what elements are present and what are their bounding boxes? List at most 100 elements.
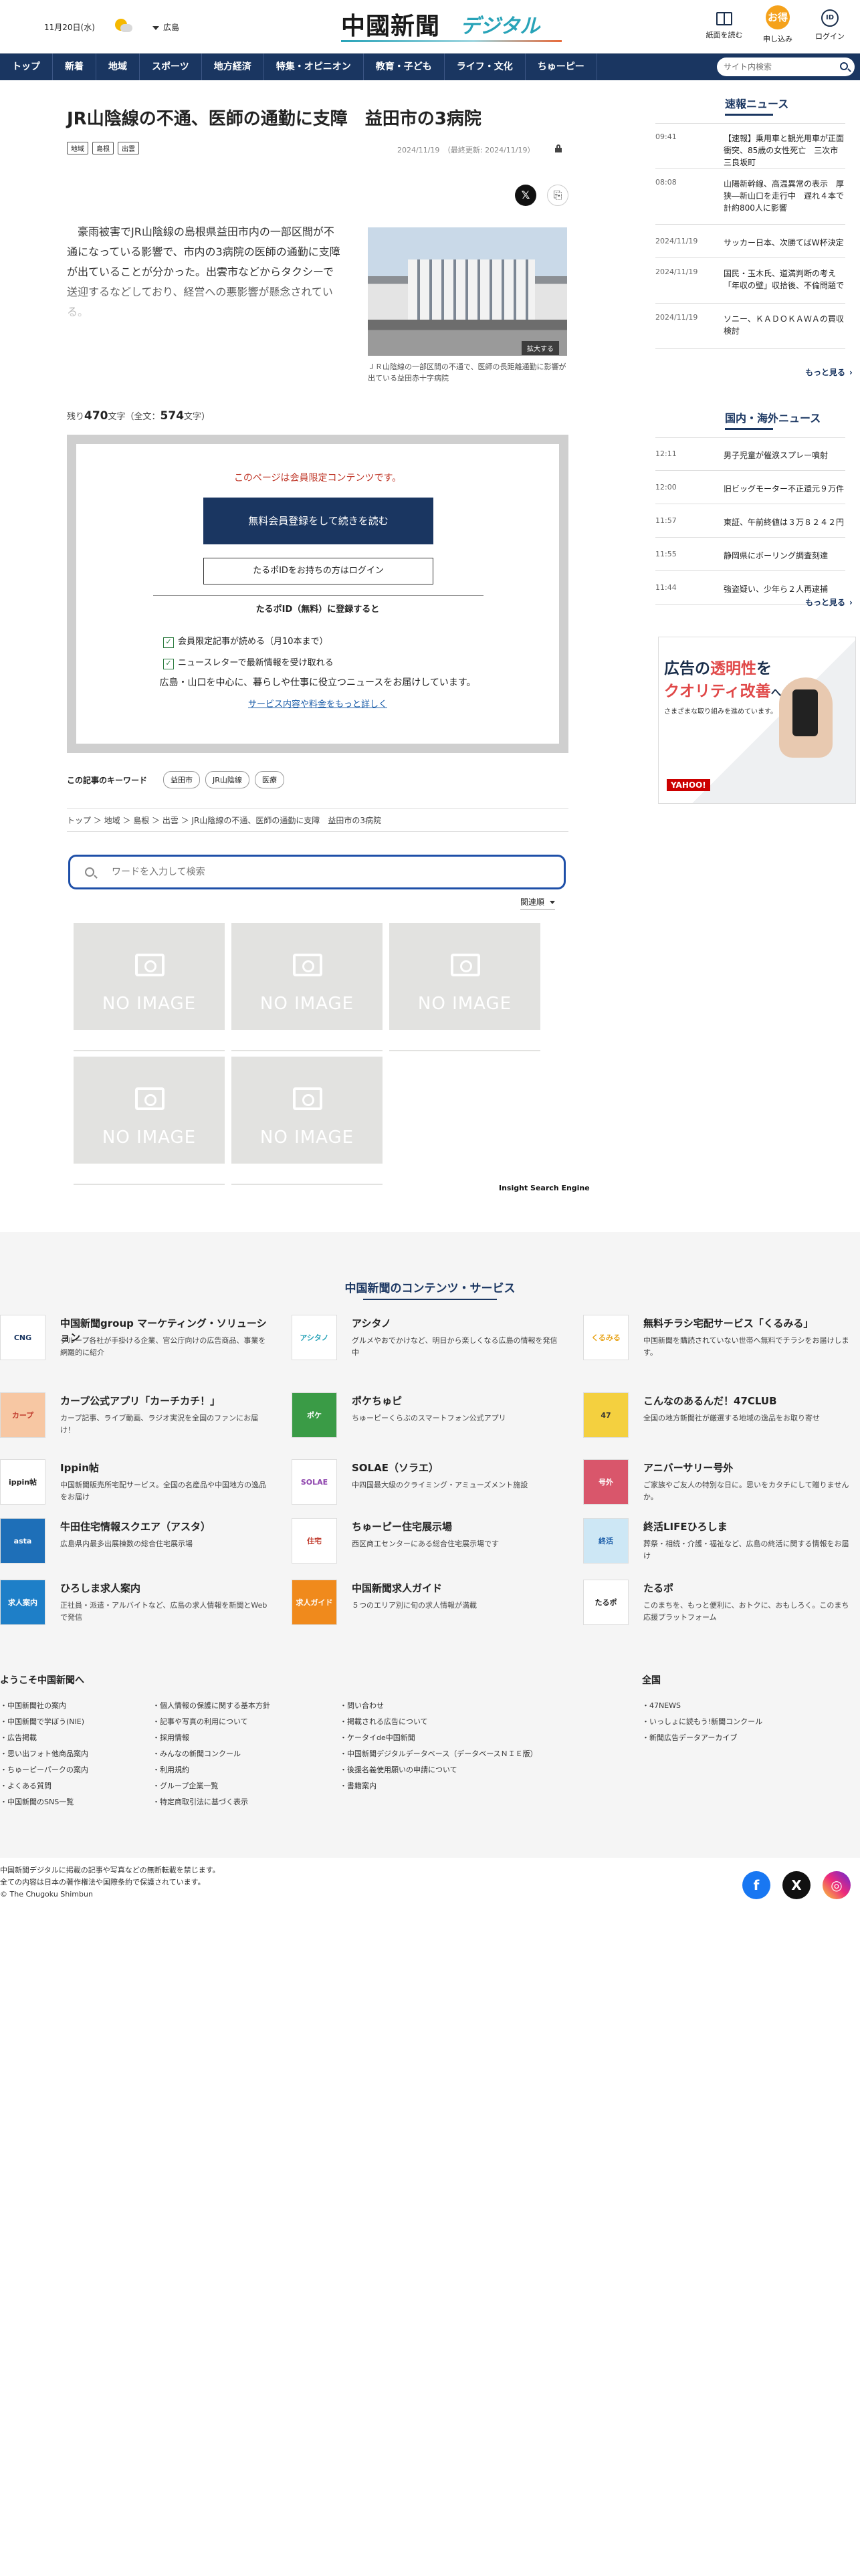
nav-item-opinion[interactable]: 特集・オピニオン — [264, 53, 364, 80]
insight-search-input[interactable] — [112, 865, 513, 879]
flash-news-item[interactable]: 2024/11/19 サッカー日本、次勝てばW杯決定 — [655, 225, 845, 258]
flash-news-item[interactable]: 2024/11/19 国民・玉木氏、道満判断の考え「年収の壁」収拾後、不倫問題で — [655, 258, 845, 304]
article-tag[interactable]: 島根 — [92, 142, 114, 154]
footer-link[interactable]: いっしょに読もう!新聞コンクール — [642, 1716, 762, 1727]
search-icon[interactable] — [840, 62, 848, 70]
service-logo: CNG — [0, 1315, 45, 1360]
photo-zoom-button[interactable]: 拡大する — [522, 341, 559, 355]
footer-link[interactable]: 問い合わせ — [340, 1700, 384, 1711]
footer-link[interactable]: 中国新聞社の案内 — [0, 1700, 66, 1711]
paywall-more-link[interactable]: サービス内容や料金をもっと詳しく — [76, 697, 559, 710]
sort-dropdown[interactable]: 関連順 — [520, 896, 556, 909]
nav-item-region[interactable]: 地域 — [96, 53, 140, 80]
footer-link[interactable]: 掲載される広告について — [340, 1716, 428, 1727]
service-item[interactable]: アシタノ アシタノ グルメやおでかけなど、明日から楽しくなる広島の情報を発信中 — [292, 1315, 559, 1374]
footer-link[interactable]: 個人情報の保護に関する基本方針 — [152, 1700, 270, 1711]
footer-link[interactable]: ケータイde中国新聞 — [340, 1732, 415, 1743]
service-item[interactable]: ippin帖 Ippin帖 中国新聞販売所宅配サービス。全国の名産品や中国地方の逸品… — [0, 1459, 267, 1518]
service-item[interactable]: くるみる 無料チラシ宅配サービス「くるみる」 中国新聞を購読されていない世帯へ無料で… — [583, 1315, 851, 1374]
camera-icon — [135, 954, 165, 976]
world-news-item[interactable]: 12:11 男子児童が催涙スプレー噴射 — [655, 437, 845, 471]
x-icon[interactable]: X — [782, 1871, 811, 1899]
service-item[interactable]: 求人案内 ひろしま求人案内 正社員・派遣・アルバイトなど、広島の求人情報を新聞とWe… — [0, 1580, 267, 1638]
remaining-chars: 残り470文字（全文：574文字） — [67, 409, 211, 423]
footer-link[interactable]: 新聞広告データアーカイブ — [642, 1732, 737, 1743]
nav-item-sports[interactable]: スポーツ — [140, 53, 202, 80]
subscribe-button[interactable]: お得 申し込み — [754, 5, 801, 44]
region-selector[interactable]: 広島 — [152, 21, 179, 33]
footer-link[interactable]: 後援名義使用願いの申請について — [340, 1764, 457, 1775]
service-item[interactable]: 終活 終活LIFEひろしま 葬祭・相続・介護・福祉など、広島の終活に関する情報をお届… — [583, 1518, 851, 1577]
x-share-icon[interactable]: 𝕏 — [515, 185, 536, 206]
no-image-card[interactable]: NO IMAGE — [231, 1057, 383, 1164]
paywall-login-button[interactable]: たるポIDをお持ちの方はログイン — [203, 558, 433, 584]
footer-link[interactable]: 利用規約 — [152, 1764, 189, 1775]
no-image-card[interactable]: NO IMAGE — [74, 1057, 225, 1164]
flash-news-item[interactable]: 09:41 【速報】乗用車と観光用車が正面衝突、85歳の女性死亡 三次市三良坂町 — [655, 123, 845, 169]
footer-link[interactable]: 中国新聞デジタルデータベース（データベースＮＩＥ版） — [340, 1748, 538, 1759]
link-copy-icon[interactable]: ⎘ — [547, 185, 568, 206]
nav-item-education[interactable]: 教育・子ども — [364, 53, 445, 80]
world-more-link[interactable]: もっと見る — [805, 597, 853, 608]
read-paper-button[interactable]: 紙面を読む — [701, 9, 748, 40]
footer-link[interactable]: みんなの新聞コンクール — [152, 1748, 241, 1759]
insight-engine-label: Insight Search Engine — [499, 1184, 590, 1192]
service-item[interactable]: asta 牛田住宅情報スクエア（アスタ） 広島県内最多出展棟数の総合住宅展示場 — [0, 1518, 267, 1577]
footer-link[interactable]: グループ企業一覧 — [152, 1780, 218, 1791]
breadcrumb[interactable]: トップ ＞ 地域 ＞ 島根 ＞ 出雲 ＞ JR山陰線の不通、医師の通勤に支障 益… — [67, 808, 568, 832]
service-item[interactable]: 47 こんなのあるんだ！47CLUB 全国の地方新聞社が厳選する地域の逸品をお取り寄… — [583, 1392, 851, 1451]
nav-item-life[interactable]: ライフ・文化 — [445, 53, 526, 80]
flash-more-link[interactable]: もっと見る — [805, 366, 853, 378]
footer-link[interactable]: 書籍案内 — [340, 1780, 377, 1791]
keyword-chip[interactable]: 益田市 — [163, 771, 200, 788]
no-image-card[interactable]: NO IMAGE — [74, 923, 225, 1030]
world-news-item[interactable]: 11:57 東証、午前終値は３万８２４２円 — [655, 504, 845, 538]
footer-link[interactable]: 思い出フォト他商品案内 — [0, 1748, 88, 1759]
article-tag[interactable]: 地域 — [67, 142, 88, 154]
footer-link[interactable]: 広告掲載 — [0, 1732, 37, 1743]
world-news-item[interactable]: 12:00 旧ビッグモーター不正還元９万件 — [655, 471, 845, 504]
nav-item-new[interactable]: 新着 — [53, 53, 96, 80]
no-image-card[interactable]: NO IMAGE — [231, 923, 383, 1030]
world-news-item[interactable]: 11:55 静岡県にボーリング調査刻達 — [655, 538, 845, 571]
footer-link[interactable]: ちゅーピーパークの案内 — [0, 1764, 88, 1775]
footer-link[interactable]: 特定商取引法に基づく表示 — [152, 1796, 248, 1807]
service-item[interactable]: ポケ ポケちゅピ ちゅーピーくらぶのスマートフォン公式アプリ — [292, 1392, 559, 1451]
sidebar-ad[interactable]: 広告の透明性をクオリティ改善への さまざまな取り組みを進めています。 YAHOO… — [658, 637, 856, 804]
service-item[interactable]: SOLAE SOLAE（ソラエ） 中四国最大級のクライミング・アミューズメント施設 — [292, 1459, 559, 1518]
site-logo[interactable]: 中國新聞 デジタル — [341, 7, 562, 44]
flash-news-item[interactable]: 2024/11/19 ソニー、ＫＡＤＯＫＡＷＡの買収検討 — [655, 304, 845, 349]
article-tag[interactable]: 出雲 — [118, 142, 139, 154]
site-search-input[interactable] — [724, 60, 831, 74]
service-item[interactable]: 住宅 ちゅーピー住宅展示場 西区商工センターにある総合住宅展示場です — [292, 1518, 559, 1577]
nav-item-top[interactable]: トップ — [0, 53, 53, 80]
keyword-chip[interactable]: JR山陰線 — [205, 771, 249, 788]
footer-link[interactable]: 記事や写真の利用について — [152, 1716, 248, 1727]
footer-link[interactable]: 中国新聞のSNS一覧 — [0, 1796, 74, 1807]
no-image-card[interactable]: NO IMAGE — [389, 923, 540, 1030]
service-item[interactable]: カープ カープ公式アプリ「カーチカチ！」 カープ記事、ライブ動画、ラジオ実況を全国の… — [0, 1392, 267, 1451]
service-item[interactable]: CNG 中国新聞group マーケティング・ソリューション グループ各社が手掛ける企… — [0, 1315, 267, 1374]
service-item[interactable]: 号外 アニバーサリー号外 ご家族やご友人の特別な日に。思いをカタチにして贈りませんか… — [583, 1459, 851, 1518]
footer-link[interactable]: 47NEWS — [642, 1700, 681, 1711]
instagram-icon[interactable]: ◎ — [823, 1871, 851, 1899]
paywall-description: 広島・山口を中心に、暮らしや仕事に役立つニュースをお届けしています。 — [159, 677, 476, 688]
nav-item-chupy[interactable]: ちゅーピー — [526, 53, 597, 80]
flash-news-item[interactable]: 08:08 山陽新幹線、高温異常の表示 厚狭―新山口を走行中 遅れ４本で計約800… — [655, 169, 845, 225]
camera-icon — [293, 954, 322, 976]
service-item[interactable]: 求人ガイド 中国新聞求人ガイド ５つのエリア別に旬の求人情報が満載 — [292, 1580, 559, 1638]
services-heading: 中国新聞のコンテンツ・サービス — [0, 1279, 860, 1300]
service-item[interactable]: たるポ たるポ このまちを、もっと便利に、おトクに、おもしろく。このまち応援プラット… — [583, 1580, 851, 1638]
keyword-chip[interactable]: 医療 — [254, 771, 284, 788]
footer-link[interactable]: 採用情報 — [152, 1732, 189, 1743]
site-search — [717, 58, 855, 76]
nav-item-economy[interactable]: 地方経済 — [202, 53, 264, 80]
article-photo[interactable] — [368, 227, 567, 356]
login-button[interactable]: ID ログイン — [807, 9, 853, 41]
insight-search — [68, 855, 566, 889]
weather-icon[interactable] — [114, 17, 132, 32]
footer-link[interactable]: よくある質問 — [0, 1780, 51, 1791]
facebook-icon[interactable]: f — [742, 1871, 770, 1899]
register-button[interactable]: 無料会員登録をして続きを読む — [203, 498, 433, 544]
footer-link[interactable]: 中国新聞で学ぼう(NIE) — [0, 1716, 84, 1727]
